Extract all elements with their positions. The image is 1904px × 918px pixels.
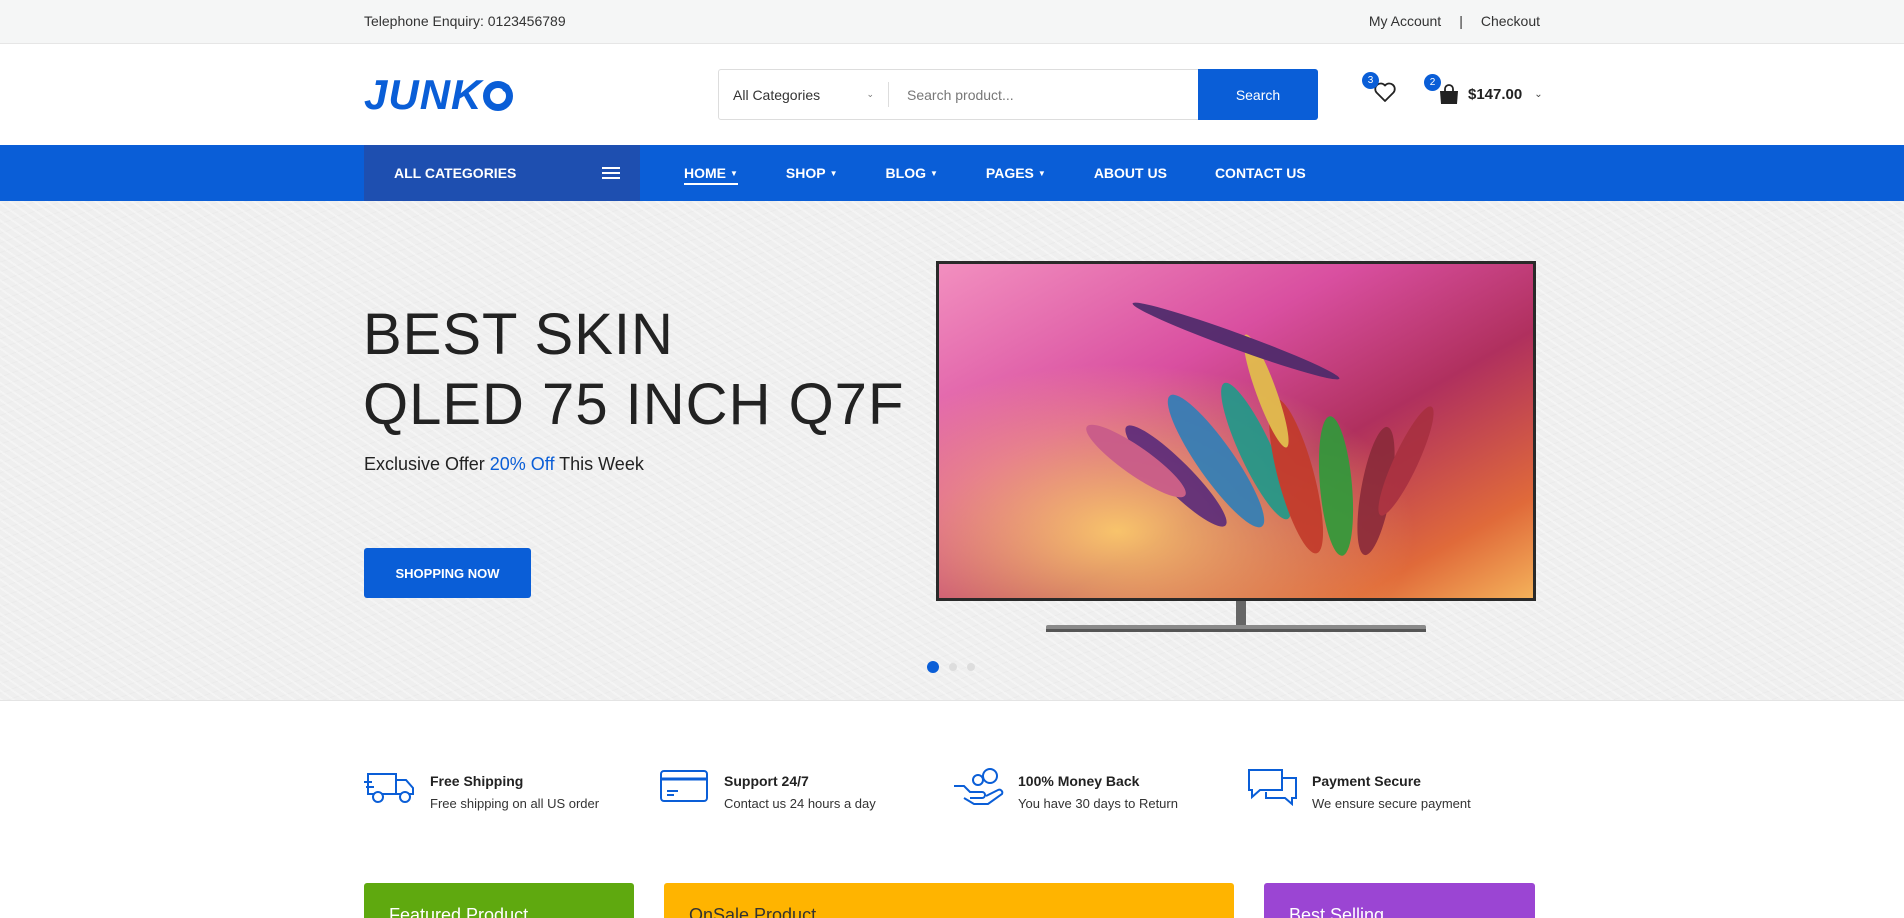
feature-text: Payment Secure We ensure secure payment <box>1312 766 1471 811</box>
nav-item-label: PAGES <box>985 165 1034 181</box>
hero-slider: BEST SKIN QLED 75 INCH Q7F Exclusive Off… <box>0 201 1904 701</box>
checkout-link[interactable]: Checkout <box>1481 13 1540 29</box>
feature-title: Free Shipping <box>430 773 524 789</box>
search-input[interactable] <box>889 70 1198 119</box>
chevron-down-icon: ▼ <box>1037 168 1046 178</box>
nav-item-label: HOME <box>684 165 726 181</box>
all-categories-label: ALL CATEGORIES <box>394 165 517 181</box>
slider-dot[interactable] <box>927 661 939 673</box>
all-categories-button[interactable]: ALL CATEGORIES <box>364 145 640 201</box>
top-links: My Account | Checkout <box>1369 13 1540 29</box>
cart-bag: 2 <box>1424 74 1460 105</box>
nav-item-contact-us[interactable]: CONTACT US <box>1215 145 1306 201</box>
chevron-down-icon: ▼ <box>730 168 738 178</box>
logo[interactable]: JUNK <box>364 71 514 119</box>
feature-desc: Free shipping on all US order <box>430 796 600 811</box>
top-links-separator: | <box>1459 13 1463 29</box>
cart-total: $147.00 <box>1468 85 1523 103</box>
slider-dot[interactable] <box>949 663 957 671</box>
search-bar: All Categories ⌄ Search <box>718 69 1318 120</box>
nav-item-blog[interactable]: BLOG ▼ <box>886 145 938 201</box>
hero-title-line2: QLED 75 INCH Q7F <box>363 372 905 437</box>
cart-count-badge: 2 <box>1424 74 1441 91</box>
money-back-icon <box>954 768 1004 805</box>
onsale-product-box[interactable]: OnSale Product <box>664 883 1234 918</box>
feature-desc: Contact us 24 hours a day <box>724 796 876 811</box>
nav-item-label: SHOP <box>785 165 826 181</box>
tv-product-image <box>936 261 1536 632</box>
hero-offer: Exclusive Offer 20% Off This Week <box>364 454 644 475</box>
feature-item: Support 24/7 Contact us 24 hours a day <box>658 766 952 811</box>
card-icon <box>660 770 708 802</box>
nav-item-home[interactable]: HOME ▼ <box>684 145 738 201</box>
nav-item-label: ABOUT US <box>1093 165 1167 181</box>
feature-text: Free Shipping Free shipping on all US or… <box>430 766 599 811</box>
category-select[interactable]: All Categories ⌄ <box>719 82 889 107</box>
search-button[interactable]: Search <box>1198 69 1318 120</box>
chevron-down-icon: ⌄ <box>1534 88 1543 100</box>
logo-text: JUNK <box>364 71 483 118</box>
chevron-down-icon: ⌄ <box>866 89 874 99</box>
feature-title: 100% Money Back <box>1018 773 1140 789</box>
feature-item: Free Shipping Free shipping on all US or… <box>364 766 658 811</box>
featured-product-box[interactable]: Featured Product <box>364 883 634 918</box>
feature-text: 100% Money Back You have 30 days to Retu… <box>1018 766 1178 811</box>
wishlist-button[interactable]: 3 <box>1362 72 1399 107</box>
shopping-now-button[interactable]: SHOPPING NOW <box>364 548 531 598</box>
feature-title: Payment Secure <box>1312 773 1421 789</box>
feature-item: Payment Secure We ensure secure payment <box>1246 766 1540 811</box>
nav-item-label: BLOG <box>885 165 926 181</box>
shopping-bag-icon <box>1440 84 1458 104</box>
cart-button[interactable]: 2 $147.00 ⌄ <box>1424 74 1543 109</box>
nav-item-label: CONTACT US <box>1214 165 1306 181</box>
nav-item-pages[interactable]: PAGES ▼ <box>986 145 1046 201</box>
offer-prefix: Exclusive Offer <box>364 454 485 474</box>
feature-desc: We ensure secure payment <box>1312 796 1471 811</box>
features-row: Free Shipping Free shipping on all US or… <box>364 766 1540 811</box>
chat-icon <box>1248 769 1297 806</box>
nav-item-about-us[interactable]: ABOUT US <box>1094 145 1167 201</box>
truck-icon <box>364 773 414 803</box>
nav-menu: HOME ▼ SHOP ▼ BLOG ▼ PAGES ▼ ABOUT US CONTAC… <box>684 145 1306 201</box>
feature-desc: You have 30 days to Return <box>1018 796 1178 811</box>
slider-dot[interactable] <box>967 663 975 671</box>
logo-o-mark <box>483 81 514 111</box>
chevron-down-icon: ▼ <box>929 168 938 178</box>
offer-suffix: This Week <box>559 454 644 474</box>
header: JUNK All Categories ⌄ Search 3 2 $147.00… <box>0 45 1904 145</box>
best-selling-box[interactable]: Best Selling <box>1264 883 1535 918</box>
hamburger-icon <box>602 167 620 179</box>
category-select-value: All Categories <box>733 86 821 103</box>
wishlist-count-badge: 3 <box>1362 72 1379 89</box>
nav-item-shop[interactable]: SHOP ▼ <box>786 145 838 201</box>
feature-title: Support 24/7 <box>724 773 809 789</box>
slider-dots <box>927 661 975 673</box>
main-nav: ALL CATEGORIES HOME ▼ SHOP ▼ BLOG ▼ PAGES ▼ … <box>0 145 1904 201</box>
product-boxes: Featured Product OnSale Product Best Sel… <box>0 883 1904 918</box>
offer-highlight: 20% Off <box>489 454 555 474</box>
feature-item: 100% Money Back You have 30 days to Retu… <box>952 766 1246 811</box>
my-account-link[interactable]: My Account <box>1369 13 1441 29</box>
telephone-enquiry: Telephone Enquiry: 0123456789 <box>364 13 566 29</box>
feature-text: Support 24/7 Contact us 24 hours a day <box>724 766 876 811</box>
hero-title-line1: BEST SKIN <box>363 302 674 367</box>
top-bar: Telephone Enquiry: 0123456789 My Account… <box>0 0 1904 44</box>
chevron-down-icon: ▼ <box>829 168 838 178</box>
